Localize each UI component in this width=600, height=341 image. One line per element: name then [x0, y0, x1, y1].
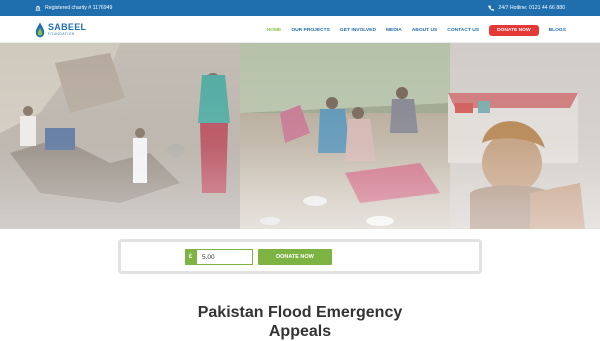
- logo-title: SABEEL: [48, 22, 87, 33]
- sabeel-logo[interactable]: SABEEL FOUNDATION: [35, 19, 95, 41]
- phone-icon: [488, 5, 495, 11]
- main-nav: HOME OUR PROJECTS GET INVOLVED MEDIA ABO…: [267, 25, 566, 36]
- page-title-line-1: Pakistan Flood Emergency: [197, 304, 403, 321]
- top-bar: Registered charity # 1176949 24/7 Hotlin…: [0, 0, 600, 16]
- flood-scene-illustration: [0, 43, 600, 229]
- nav-media[interactable]: MEDIA: [386, 28, 402, 33]
- hero-banner-image: [0, 43, 600, 229]
- logo-text: SABEEL FOUNDATION: [48, 23, 86, 36]
- charity-info: Registered charity # 1176949: [35, 5, 112, 11]
- currency-symbol: £: [185, 249, 196, 265]
- hotline-info[interactable]: 24/7 Hotline: 0121 44 66 880: [488, 5, 565, 11]
- water-drop-logo-icon: [35, 22, 45, 38]
- nav-about-us[interactable]: ABOUT US: [412, 28, 438, 33]
- page-title: Pakistan Flood Emergency Appeals: [0, 303, 600, 341]
- logo-subtitle: FOUNDATION: [48, 32, 75, 37]
- page-title-line-2: Appeals: [268, 323, 332, 340]
- nav-get-involved[interactable]: GET INVOLVED: [340, 28, 376, 33]
- quick-donate-form: £ DONATE NOW: [118, 239, 482, 274]
- building-icon: [35, 5, 41, 11]
- site-header: SABEEL FOUNDATION HOME OUR PROJECTS GET …: [0, 16, 600, 43]
- nav-blogs[interactable]: BLOGS: [549, 28, 566, 33]
- nav-contact-us[interactable]: CONTACT US: [447, 28, 479, 33]
- nav-our-projects[interactable]: OUR PROJECTS: [291, 28, 330, 33]
- nav-donate-now-button[interactable]: DONATE NOW: [489, 25, 539, 36]
- nav-home[interactable]: HOME: [267, 28, 282, 33]
- donate-now-button[interactable]: DONATE NOW: [258, 249, 332, 265]
- quick-donate-section: £ DONATE NOW: [0, 229, 600, 289]
- hotline-text: 24/7 Hotline: 0121 44 66 880: [498, 5, 565, 11]
- donation-amount-input[interactable]: [196, 249, 253, 265]
- charity-number-text: Registered charity # 1176949: [45, 5, 113, 11]
